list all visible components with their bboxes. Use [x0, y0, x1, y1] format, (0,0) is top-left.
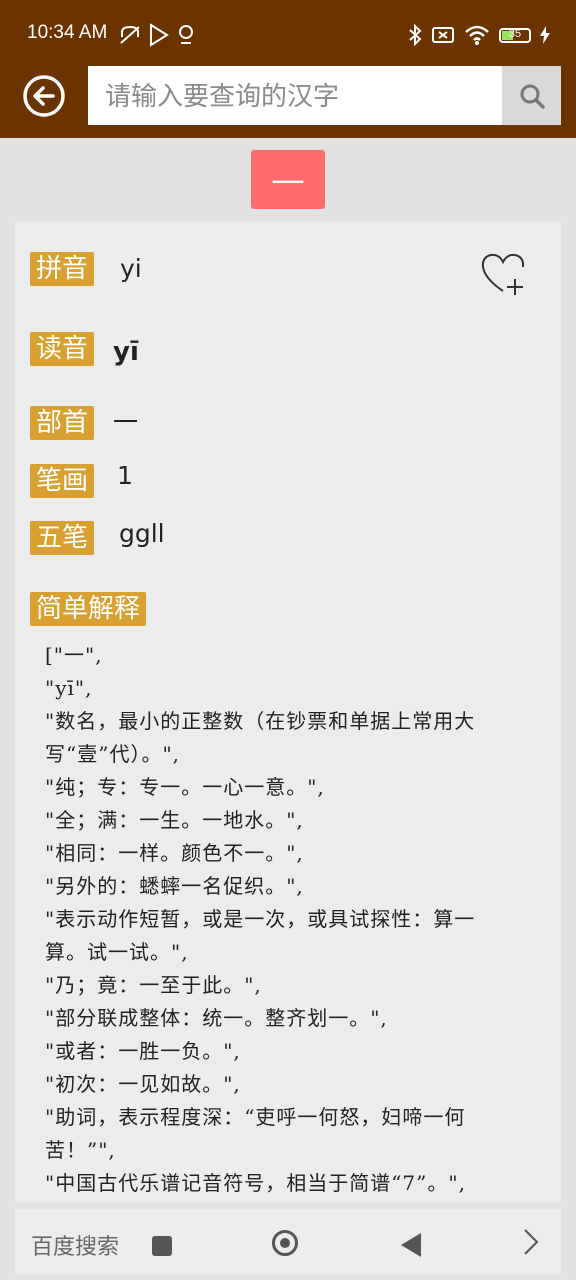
explanation-line: 写“壹”代）。",	[45, 742, 181, 766]
radical-value: 一	[113, 408, 139, 437]
play-store-icon	[150, 23, 169, 47]
no-sim-icon	[432, 27, 454, 43]
reading-label: 读音	[30, 332, 95, 366]
wifi-icon	[465, 25, 489, 45]
explanation-line: "数名，最小的正整数（在钞票和单据上常用大	[45, 709, 476, 733]
app-header: 10:34 AM 35	[0, 0, 576, 138]
reading-value: yī	[113, 337, 139, 367]
strokes-label: 笔画	[30, 464, 95, 498]
explanation-text: ["一", "yī", "数名，最小的正整数（在钞票和单据上常用大 写“壹”代）…	[45, 639, 545, 1200]
explanation-line: "部分联成整体：统一。整齐划一。",	[45, 1006, 388, 1030]
explanation-line: "或者：一胜一负。",	[45, 1039, 241, 1063]
explanation-line: "助词，表示程度深：“吏呼一何怒，妇啼一何	[45, 1105, 466, 1129]
wubi-value: ggll	[119, 519, 165, 548]
explanation-line: "初次：一见如故。",	[45, 1072, 241, 1096]
location-icon	[179, 25, 193, 44]
back-arrow-icon	[23, 75, 65, 117]
character-button[interactable]: —	[251, 150, 325, 209]
pinyin-label: 拼音	[30, 252, 95, 286]
mute-icon	[120, 25, 140, 44]
baidu-search-link[interactable]: 百度搜索	[31, 1229, 119, 1261]
status-left-icons	[118, 23, 196, 47]
battery-icon: 35	[499, 27, 531, 43]
explanation-line: 苦！”",	[45, 1138, 116, 1162]
explanation-line: "相同：一样。颜色不一。",	[45, 841, 304, 865]
status-time: 10:34 AM	[27, 22, 108, 43]
wubi-label: 五笔	[30, 521, 95, 555]
explanation-line: "中国古代乐谱记音符号，相当于简谱“7”。",	[45, 1171, 466, 1195]
search-input[interactable]	[103, 66, 497, 127]
stop-icon[interactable]	[152, 1236, 172, 1256]
search-icon	[520, 84, 545, 109]
status-right-icons: 35	[408, 23, 550, 47]
back-triangle-icon[interactable]	[401, 1233, 421, 1257]
explanation-line: "表示动作短暂，或是一次，或具试探性：算一	[45, 907, 476, 931]
search-button[interactable]	[502, 66, 561, 125]
explanation-line: "全；满：一生。一地水。",	[45, 808, 304, 832]
pinyin-value: yi	[120, 254, 142, 283]
battery-level: 35	[508, 27, 522, 40]
bluetooth-icon	[409, 24, 422, 46]
detail-card: 拼音 yi 读音 yī 部首 一 笔画 1 五笔 ggll 简单解释 ["一",…	[15, 221, 561, 1203]
chevron-right-icon[interactable]	[521, 1227, 541, 1257]
explanation-label: 简单解释	[30, 592, 147, 626]
radical-label: 部首	[30, 406, 95, 440]
add-favorite-button[interactable]	[479, 249, 527, 297]
strokes-value: 1	[117, 461, 133, 490]
explanation-line: ["一",	[45, 643, 103, 667]
explanation-line: "yī",	[45, 676, 93, 700]
explanation-line: "纯；专：专一。一心一意。",	[45, 775, 325, 799]
explanation-line: "乃；竟：一至于此。",	[45, 973, 262, 997]
home-icon[interactable]	[272, 1230, 298, 1256]
status-bar: 10:34 AM 35	[0, 0, 576, 70]
explanation-line: "另外的：蟋蟀一名促织。",	[45, 874, 304, 898]
back-button[interactable]	[22, 74, 66, 118]
search-field[interactable]	[88, 66, 502, 127]
explanation-line: 算。试一试。",	[45, 940, 189, 964]
charging-icon	[540, 26, 550, 44]
heart-plus-icon	[481, 253, 525, 295]
bottom-bar: 百度搜索	[15, 1209, 561, 1275]
